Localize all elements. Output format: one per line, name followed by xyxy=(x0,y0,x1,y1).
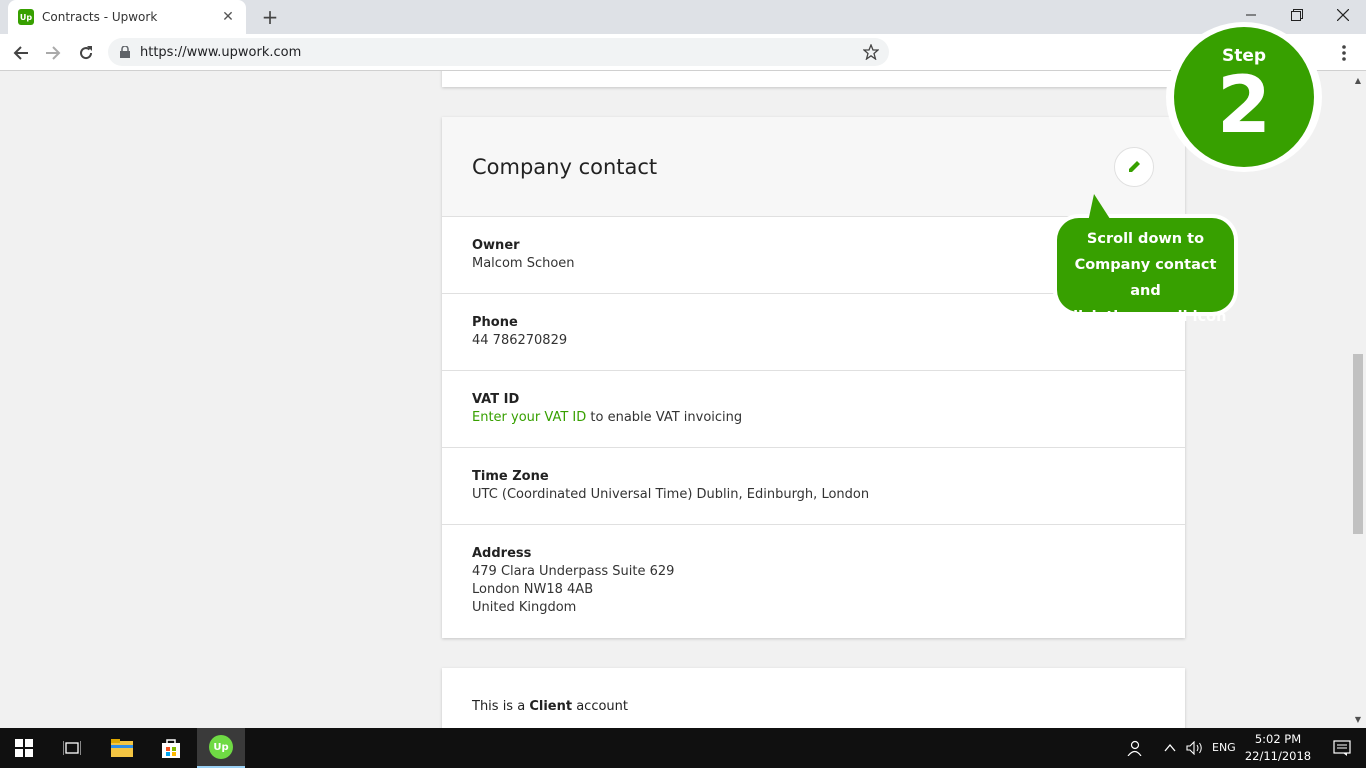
vat-row: VAT ID Enter your VAT ID to enable VAT i… xyxy=(442,371,1185,448)
browser-menu-button[interactable] xyxy=(1334,41,1354,65)
account-suffix: account xyxy=(572,699,629,714)
url-text: https://www.upwork.com xyxy=(140,44,302,60)
previous-card xyxy=(442,71,1185,87)
scroll-up-arrow-icon[interactable]: ▲ xyxy=(1350,73,1366,87)
clock-date: 22/11/2018 xyxy=(1244,749,1312,763)
bookmark-star-icon[interactable] xyxy=(863,44,879,60)
account-type-text: This is a Client account xyxy=(472,699,628,714)
phone-value: 44 786270829 xyxy=(472,333,568,348)
company-contact-card: Company contact Owner Malcom Schoen Phon… xyxy=(442,117,1185,638)
store-button[interactable] xyxy=(147,728,195,768)
account-type: Client xyxy=(529,699,573,714)
vat-label: VAT ID xyxy=(472,392,520,407)
close-icon xyxy=(1337,9,1349,21)
account-prefix: This is a xyxy=(472,699,530,714)
address-line-2: London NW18 4AB xyxy=(472,582,594,597)
windows-taskbar: Up ENG 5:02 PM 22/11/2018 xyxy=(0,728,1366,768)
new-tab-button[interactable]: + xyxy=(258,5,282,29)
notification-icon xyxy=(1333,740,1351,756)
address-bar[interactable]: https://www.upwork.com xyxy=(108,38,889,66)
more-vertical-icon xyxy=(1342,45,1346,61)
scroll-down-arrow-icon[interactable]: ▼ xyxy=(1350,712,1366,726)
clock-time: 5:02 PM xyxy=(1254,732,1302,746)
address-row: Address 479 Clara Underpass Suite 629 Lo… xyxy=(442,525,1185,637)
start-button[interactable] xyxy=(0,728,48,768)
back-button[interactable] xyxy=(8,40,34,66)
card-header: Company contact xyxy=(442,117,1185,217)
forward-button[interactable] xyxy=(40,40,66,66)
timezone-value: UTC (Coordinated Universal Time) Dublin,… xyxy=(472,487,870,502)
speaker-icon xyxy=(1186,741,1202,755)
minimize-icon xyxy=(1246,14,1256,16)
scroll-thumb[interactable] xyxy=(1353,354,1363,534)
restore-button[interactable] xyxy=(1274,0,1320,30)
people-icon xyxy=(1127,740,1142,756)
tooltip-line-3: click the pencil icon xyxy=(1064,309,1227,325)
restore-icon xyxy=(1291,9,1303,21)
task-view-icon xyxy=(63,741,81,755)
forward-arrow-icon xyxy=(46,46,61,60)
page-scrollbar[interactable]: ▲ ▼ xyxy=(1350,71,1366,728)
windows-logo-icon xyxy=(15,739,33,757)
tab-title: Contracts - Upwork xyxy=(42,10,158,24)
reload-icon xyxy=(80,46,93,60)
tooltip-line-2: Company contact and xyxy=(1074,257,1217,299)
close-window-button[interactable] xyxy=(1320,0,1366,30)
task-view-button[interactable] xyxy=(48,728,96,768)
upwork-logo-icon: Up xyxy=(209,735,233,759)
action-center-button[interactable] xyxy=(1318,728,1366,768)
phone-label: Phone xyxy=(472,315,518,330)
owner-label: Owner xyxy=(472,238,520,253)
vat-value: Enter your VAT ID to enable VAT invoicin… xyxy=(472,409,1155,427)
lock-icon xyxy=(120,46,130,58)
system-clock[interactable]: 5:02 PM 22/11/2018 xyxy=(1240,731,1316,765)
browser-toolbar: https://www.upwork.com xyxy=(0,34,1366,71)
step-circle: Step 2 xyxy=(1174,27,1314,167)
address-label: Address xyxy=(472,546,532,561)
upwork-app-button[interactable]: Up xyxy=(197,728,245,768)
chevron-up-icon xyxy=(1164,744,1176,752)
step-badge: Step 2 xyxy=(1166,22,1322,172)
vat-description: to enable VAT invoicing xyxy=(586,410,743,425)
store-bag-icon xyxy=(162,739,180,758)
language-indicator[interactable]: ENG xyxy=(1212,741,1236,754)
tooltip-pointer xyxy=(1088,194,1112,222)
owner-value: Malcom Schoen xyxy=(472,256,575,271)
timezone-row: Time Zone UTC (Coordinated Universal Tim… xyxy=(442,448,1185,525)
upwork-favicon-icon: Up xyxy=(18,9,34,25)
show-hidden-icons-button[interactable] xyxy=(1158,728,1182,768)
file-explorer-button[interactable] xyxy=(98,728,146,768)
account-type-card: This is a Client account xyxy=(442,668,1185,728)
folder-icon xyxy=(111,739,133,757)
enter-vat-link[interactable]: Enter your VAT ID xyxy=(472,410,586,425)
address-line-3: United Kingdom xyxy=(472,600,577,615)
timezone-label: Time Zone xyxy=(472,469,549,484)
address-line-1: 479 Clara Underpass Suite 629 xyxy=(472,564,675,579)
volume-button[interactable] xyxy=(1182,728,1208,768)
card-title: Company contact xyxy=(472,155,658,179)
back-arrow-icon xyxy=(13,46,28,60)
edit-contact-button[interactable] xyxy=(1114,147,1154,187)
people-button[interactable] xyxy=(1112,728,1156,768)
reload-button[interactable] xyxy=(73,40,99,66)
pencil-icon xyxy=(1129,161,1140,172)
step-number: 2 xyxy=(1216,61,1272,151)
instruction-tooltip: Scroll down to Company contact and click… xyxy=(1057,218,1234,325)
browser-tab-strip: Up Contracts - Upwork ✕ + xyxy=(0,0,1366,34)
browser-tab[interactable]: Up Contracts - Upwork ✕ xyxy=(8,0,246,34)
tooltip-line-1: Scroll down to xyxy=(1086,231,1205,247)
tab-close-icon[interactable]: ✕ xyxy=(220,9,236,25)
page-viewport: Company contact Owner Malcom Schoen Phon… xyxy=(0,71,1350,728)
